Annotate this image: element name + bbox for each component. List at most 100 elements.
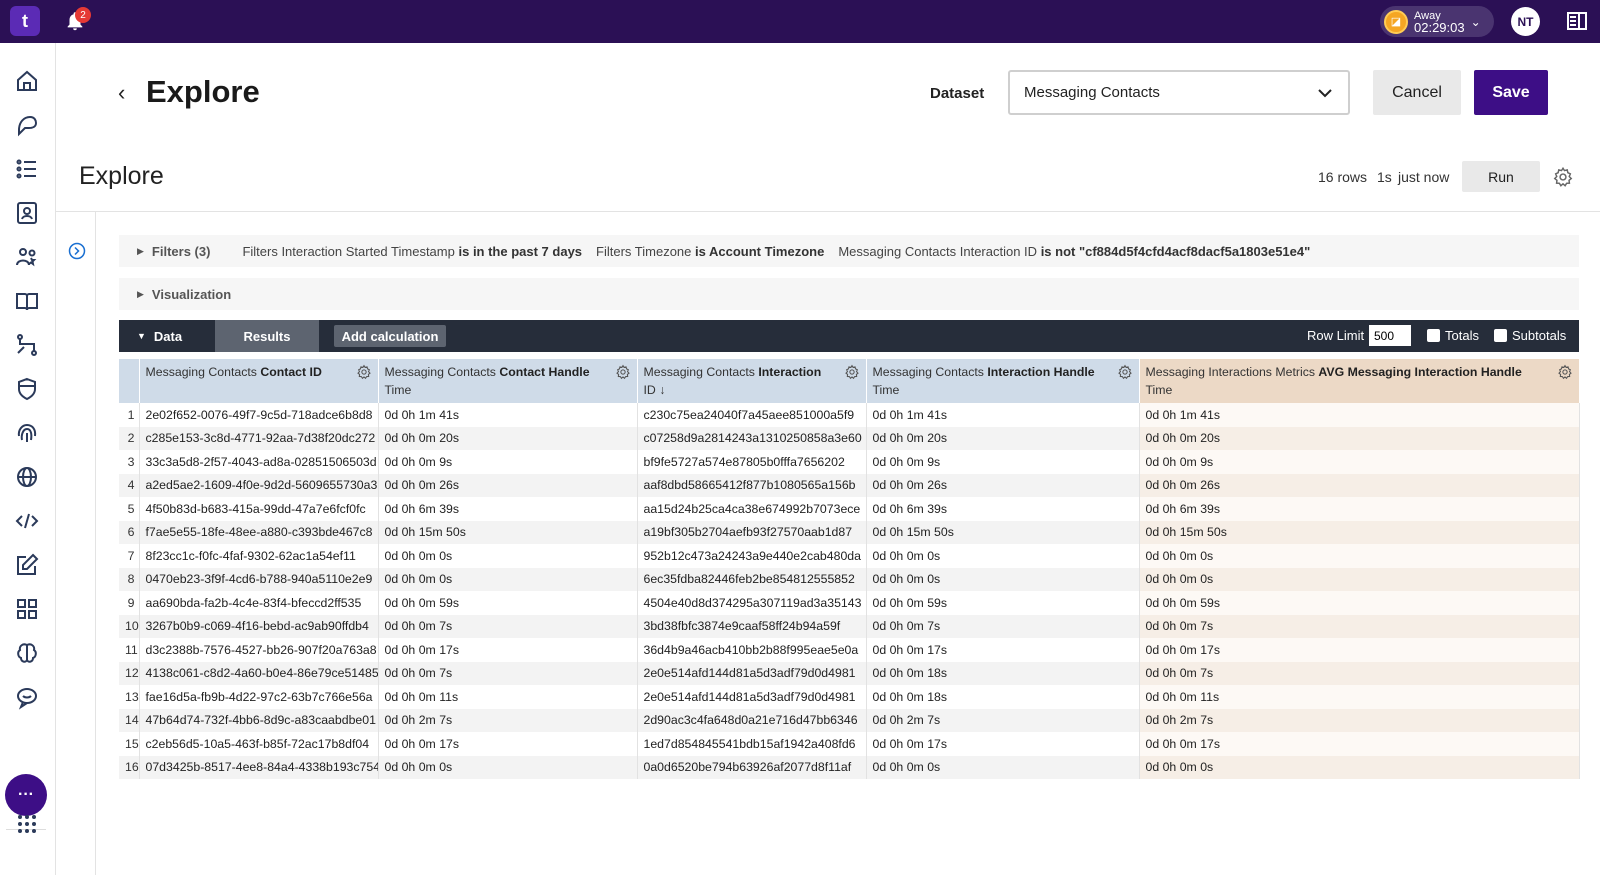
column-header-line2: ID ↓ <box>643 383 666 397</box>
results-table: Messaging Contacts Contact ID Messaging C… <box>119 359 1580 779</box>
tab-results[interactable]: Results <box>215 320 319 352</box>
cancel-button[interactable]: Cancel <box>1373 70 1461 115</box>
run-button[interactable]: Run <box>1462 161 1540 192</box>
chat-agent-icon[interactable] <box>14 112 40 138</box>
table-cell: 0d 0h 0m 7s <box>1139 661 1580 685</box>
dataset-select[interactable]: Messaging Contacts <box>1008 70 1350 115</box>
list-icon[interactable] <box>14 156 40 182</box>
table-cell: 3bd38fbfc3874e9caaf58ff24b94a59f <box>637 614 867 638</box>
row-limit-input[interactable] <box>1369 325 1411 346</box>
column-header-prefix: Messaging Contacts <box>643 365 755 379</box>
header-divider <box>56 211 1600 212</box>
table-row: 8 0470eb23-3f9f-4cd6-b788-940a5110e2e9 0d … <box>119 567 1580 591</box>
filters-bar[interactable]: ▶ Filters (3) Filters Interaction Starte… <box>119 235 1579 267</box>
table-cell: 0d 0h 0m 17s <box>1139 732 1580 756</box>
contacts-icon[interactable] <box>14 200 40 226</box>
column-header[interactable]: Messaging Interactions Metrics AVG Messa… <box>1139 359 1580 403</box>
row-index: 13 <box>119 685 140 709</box>
table-row: 3 33c3a5d8-2f57-4043-ad8a-02851506503d 0d … <box>119 450 1580 474</box>
column-gear-icon[interactable] <box>615 364 631 380</box>
table-row: 15 c2eb56d5-10a5-463f-b85f-72ac17b8df04 0d… <box>119 732 1580 756</box>
totals-checkbox[interactable] <box>1427 329 1440 342</box>
table-row: 1 2e02f652-0076-49f7-9c5d-718adce6b8d8 0d … <box>119 403 1580 427</box>
add-calculation-button[interactable]: Add calculation <box>334 325 446 347</box>
table-cell: 0d 0h 0m 0s <box>866 544 1140 568</box>
brain-icon[interactable] <box>14 640 40 666</box>
workflow-icon[interactable] <box>14 332 40 358</box>
table-cell: 4138c061-c8d2-4a60-b0e4-86e79ce51485 <box>139 661 379 685</box>
back-chevron-icon[interactable]: ‹ <box>118 80 125 106</box>
row-index: 16 <box>119 755 140 779</box>
column-gear-icon[interactable] <box>844 364 860 380</box>
code-icon[interactable] <box>14 508 40 534</box>
row-index: 15 <box>119 732 140 756</box>
side-panel-icon[interactable] <box>1566 11 1588 31</box>
save-button[interactable]: Save <box>1474 70 1548 115</box>
user-avatar[interactable]: NT <box>1511 7 1540 36</box>
feedback-icon[interactable] <box>14 684 40 710</box>
column-gear-icon[interactable] <box>1557 364 1573 380</box>
filter-item: Messaging Contacts Interaction ID is not… <box>838 243 1311 259</box>
gear-icon[interactable] <box>1552 166 1574 188</box>
edit-icon[interactable] <box>14 552 40 578</box>
table-cell: bf9fe5727a574e87805b0fffa7656202 <box>637 450 867 474</box>
logo-text: t <box>22 10 28 31</box>
table-cell: 0d 0h 0m 0s <box>1139 567 1580 591</box>
table-row: 5 4f50b83d-b683-415a-99dd-47a7e6fcf0fc 0d … <box>119 497 1580 521</box>
ellipsis-icon: ··· <box>18 786 34 803</box>
column-header-prefix: Messaging Interactions Metrics <box>1145 365 1316 379</box>
row-index: 5 <box>119 497 140 521</box>
column-gear-icon[interactable] <box>1117 364 1133 380</box>
table-cell: 0d 0h 0m 18s <box>866 685 1140 709</box>
table-row: 12 4138c061-c8d2-4a60-b0e4-86e79ce51485 0d… <box>119 661 1580 685</box>
more-apps-button[interactable]: ··· <box>5 774 47 816</box>
away-status-icon: ◪ <box>1384 9 1408 34</box>
row-index: 7 <box>119 544 140 568</box>
tab-data[interactable]: ▼ Data <box>119 320 215 352</box>
apps-grid-icon[interactable] <box>14 596 40 622</box>
table-cell: 0d 0h 0m 17s <box>866 732 1140 756</box>
row-count: 16 rows <box>1318 169 1368 185</box>
column-gear-icon[interactable] <box>356 364 372 380</box>
filters-label: Filters (3) <box>151 243 211 259</box>
app-launcher-icon[interactable] <box>14 811 40 837</box>
table-cell: 0d 0h 0m 0s <box>378 567 638 591</box>
team-icon[interactable] <box>14 244 40 270</box>
table-cell: a19bf305b2704aefb93f27570aab1d87 <box>637 520 867 544</box>
column-header-name: Interaction <box>758 365 822 379</box>
table-cell: 0d 0h 0m 9s <box>1139 450 1580 474</box>
table-cell: 0d 0h 0m 59s <box>1139 591 1580 615</box>
table-cell: 0d 0h 1m 41s <box>866 403 1140 427</box>
column-header[interactable]: Messaging Contacts Contact ID <box>139 359 379 403</box>
table-row: 9 aa690bda-fa2b-4c4e-83f4-bfeccd2ff535 0d … <box>119 591 1580 615</box>
table-cell: 0d 0h 2m 7s <box>866 708 1140 732</box>
fingerprint-icon[interactable] <box>14 420 40 446</box>
column-header[interactable]: Messaging Contacts Interaction ID ↓ <box>637 359 867 403</box>
knowledge-icon[interactable] <box>14 288 40 314</box>
column-header[interactable]: Messaging Contacts Interaction Handle Tim… <box>866 359 1140 403</box>
agent-status-toggle[interactable]: ◪ Away 02:29:03 ⌄ <box>1380 6 1494 37</box>
table-cell: 0a0d6520be794b63926af2077d8f11af <box>637 755 867 779</box>
home-icon[interactable] <box>14 68 40 94</box>
notification-count-badge: 2 <box>75 7 91 23</box>
visualization-bar[interactable]: ▶ Visualization <box>119 278 1579 310</box>
row-index: 9 <box>119 591 140 615</box>
column-header[interactable]: Messaging Contacts Contact Handle Time <box>378 359 638 403</box>
table-cell: 0470eb23-3f9f-4cd6-b788-940a5110e2e9 <box>139 567 379 591</box>
shield-icon[interactable] <box>14 376 40 402</box>
row-index: 8 <box>119 567 140 591</box>
table-cell: 0d 0h 0m 9s <box>378 450 638 474</box>
table-header-row: Messaging Contacts Contact ID Messaging C… <box>119 359 1580 403</box>
table-cell: c230c75ea24040f7a45aee851000a5f9 <box>637 403 867 427</box>
table-cell: f7ae5e55-18fe-48ee-a880-c393bde467c8 <box>139 520 379 544</box>
app-logo[interactable]: t <box>10 6 40 36</box>
row-index-header <box>119 359 140 403</box>
table-cell: 0d 0h 0m 0s <box>378 544 638 568</box>
filter-item: Filters Interaction Started Timestamp is… <box>242 243 583 259</box>
expand-panel-icon[interactable] <box>68 242 86 260</box>
table-cell: 0d 0h 0m 20s <box>866 426 1140 450</box>
subtotals-checkbox[interactable] <box>1494 329 1507 342</box>
globe-icon[interactable] <box>14 464 40 490</box>
visualization-label: Visualization <box>151 286 232 302</box>
triangle-right-icon: ▶ <box>137 245 144 256</box>
